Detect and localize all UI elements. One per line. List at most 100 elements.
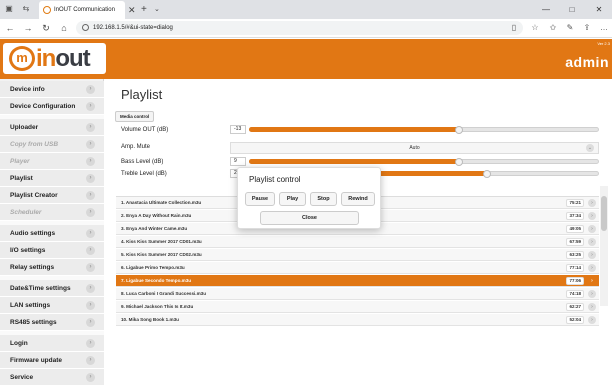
sidebar-item[interactable]: Audio settings › xyxy=(0,225,104,242)
chevron-right-icon: › xyxy=(86,157,95,166)
playlist-duration: 77:06 xyxy=(566,277,584,285)
playlist-name: 9. Michael Jackson This Is It.m3u xyxy=(121,304,194,309)
chevron-right-icon: › xyxy=(86,208,95,217)
chevron-right-icon: › xyxy=(588,251,596,259)
stop-button[interactable]: Stop xyxy=(310,192,337,206)
sidebar-item[interactable]: Device info › xyxy=(0,81,104,98)
sidebar-item[interactable]: RS485 settings › xyxy=(0,314,104,331)
amp-mute-select[interactable]: Auto ⌄ xyxy=(230,142,599,154)
sidebar-item-label: Player xyxy=(10,158,30,165)
sidebar-item[interactable]: Service › xyxy=(0,369,104,386)
sidebar-item: Copy from USB › xyxy=(0,136,104,153)
close-window-button[interactable]: ✕ xyxy=(590,0,608,19)
playlist-name: 3. Enya And Winter Came.m3u xyxy=(121,226,188,231)
sidebar-item[interactable]: Firmware update › xyxy=(0,352,104,369)
favorites-bar-icon[interactable]: ✩ xyxy=(546,21,560,35)
pen-icon[interactable]: ✎ xyxy=(563,21,577,35)
inout-logo: m inout xyxy=(3,43,106,74)
browser-tab-bar: ▣ ⇆ InOUT Communication ✕ + ⌄ — □ ✕ xyxy=(0,0,612,19)
sidebar-item-label: LAN settings xyxy=(10,302,51,309)
playlist-row[interactable]: 9. Michael Jackson This Is It.m3u 62:27 › xyxy=(116,301,599,313)
tab-back-icon[interactable]: ⇆ xyxy=(20,3,32,15)
sidebar-item-label: Date&Time settings xyxy=(10,285,71,292)
sidebar-item[interactable]: Login › xyxy=(0,335,104,352)
home-icon[interactable]: ⌂ xyxy=(57,20,71,36)
volume-value-input[interactable]: -13 xyxy=(230,125,246,134)
playlist-row[interactable]: 5. Kiss Kiss Summer 2017 CD02.m3u 63:25 › xyxy=(116,249,599,261)
select-arrow-icon: ⌄ xyxy=(586,144,594,152)
tab-close-icon[interactable]: ✕ xyxy=(128,1,136,19)
playlist-row[interactable]: 10. Mika Song Book 1.m3u 52:04 › xyxy=(116,314,599,326)
new-tab-icon[interactable]: + xyxy=(141,1,147,18)
browser-tab[interactable]: InOUT Communication xyxy=(39,1,125,19)
sidebar-item[interactable]: Relay settings › xyxy=(0,259,104,276)
more-menu-icon[interactable]: … xyxy=(597,21,611,35)
playlist-name: 6. Ligabue Primo Tempo.m3u xyxy=(121,265,185,270)
playlist-row[interactable]: 4. Kiss Kiss Summer 2017 CD01.m3u 67:59 › xyxy=(116,236,599,248)
chevron-right-icon: › xyxy=(86,140,95,149)
chevron-right-icon: › xyxy=(86,373,95,382)
sidebar-item-label: Audio settings xyxy=(10,230,56,237)
bass-slider-handle[interactable] xyxy=(455,158,463,166)
chevron-right-icon: › xyxy=(86,284,95,293)
tab-actions-icon[interactable]: ▣ xyxy=(3,3,15,15)
playlist-row[interactable]: 8. Luca Carboni I Grandi Successi.m3u 74:… xyxy=(116,288,599,300)
rewind-button[interactable]: Rewind xyxy=(341,192,375,206)
chevron-right-icon: › xyxy=(588,290,596,298)
chevron-right-icon: › xyxy=(588,238,596,246)
volume-label: Volume OUT (dB) xyxy=(121,127,169,133)
sidebar-item-label: Relay settings xyxy=(10,264,55,271)
sidebar: Device info › Device Configuration › Uploade… xyxy=(0,79,104,386)
sidebar-item[interactable]: LAN settings › xyxy=(0,297,104,314)
chevron-right-icon: › xyxy=(86,85,95,94)
play-button[interactable]: Play xyxy=(279,192,306,206)
url-input[interactable]: 192.168.1.5/#&ui-state=dialog ▯ xyxy=(76,21,523,35)
chevron-right-icon: › xyxy=(588,316,596,324)
playlist-name: 5. Kiss Kiss Summer 2017 CD02.m3u xyxy=(121,252,202,257)
sidebar-item-label: Login xyxy=(10,340,28,347)
minimize-button[interactable]: — xyxy=(537,0,555,19)
sidebar-item[interactable]: Date&Time settings › xyxy=(0,280,104,297)
sidebar-item[interactable]: Playlist Creator › xyxy=(0,187,104,204)
volume-slider-handle[interactable] xyxy=(455,126,463,134)
treble-slider-handle[interactable] xyxy=(483,170,491,178)
share-icon[interactable]: ⇪ xyxy=(580,21,594,35)
playlist-name: 1. Anastacia Ultimate Collection.m3u xyxy=(121,200,202,205)
playlist-row[interactable]: 6. Ligabue Primo Tempo.m3u 77:14 › xyxy=(116,262,599,274)
dialog-close-button[interactable]: Close xyxy=(260,211,359,225)
sidebar-item[interactable]: I/O settings › xyxy=(0,242,104,259)
sidebar-item[interactable]: Device Configuration › xyxy=(0,98,104,115)
playlist-scrollbar[interactable] xyxy=(600,186,608,306)
forward-arrow-icon[interactable]: → xyxy=(21,20,35,36)
pause-button[interactable]: Pause xyxy=(245,192,275,206)
chevron-right-icon: › xyxy=(86,229,95,238)
reader-view-icon[interactable]: ▯ xyxy=(507,21,521,35)
back-arrow-icon[interactable]: ← xyxy=(3,20,17,36)
maximize-button[interactable]: □ xyxy=(563,0,581,19)
sidebar-item: Scheduler › xyxy=(0,204,104,221)
tab-list-chevron-icon[interactable]: ⌄ xyxy=(154,0,160,19)
playlist-name: 4. Kiss Kiss Summer 2017 CD01.m3u xyxy=(121,239,202,244)
app-header: m inout xyxy=(0,39,612,79)
playlist-duration: 52:04 xyxy=(566,316,584,324)
dialog-title: Playlist control xyxy=(249,175,301,184)
playlist-name: 10. Mika Song Book 1.m3u xyxy=(121,317,179,322)
playlist-duration: 75:21 xyxy=(566,199,584,207)
chevron-right-icon: › xyxy=(588,264,596,272)
treble-label: Treble Level (dB) xyxy=(121,171,167,177)
bass-value-input[interactable]: 9 xyxy=(230,157,246,166)
user-name[interactable]: admin xyxy=(565,54,609,70)
favorite-star-icon[interactable]: ☆ xyxy=(528,21,542,35)
chevron-right-icon: › xyxy=(588,199,596,207)
chevron-right-icon: › xyxy=(86,318,95,327)
site-info-icon[interactable] xyxy=(82,24,89,31)
refresh-icon[interactable]: ↻ xyxy=(39,20,53,36)
playlist-row[interactable]: 7. Ligabue Secondo Tempo.m3u 77:06 › xyxy=(116,275,599,287)
version-label: Ver 2.3 xyxy=(597,41,610,46)
sidebar-item-label: RS485 settings xyxy=(10,319,57,326)
media-control-button[interactable]: Media control xyxy=(115,111,155,122)
scrollbar-thumb[interactable] xyxy=(601,196,607,231)
sidebar-item[interactable]: Playlist › xyxy=(0,170,104,187)
chevron-right-icon: › xyxy=(86,263,95,272)
sidebar-item[interactable]: Uploader › xyxy=(0,119,104,136)
